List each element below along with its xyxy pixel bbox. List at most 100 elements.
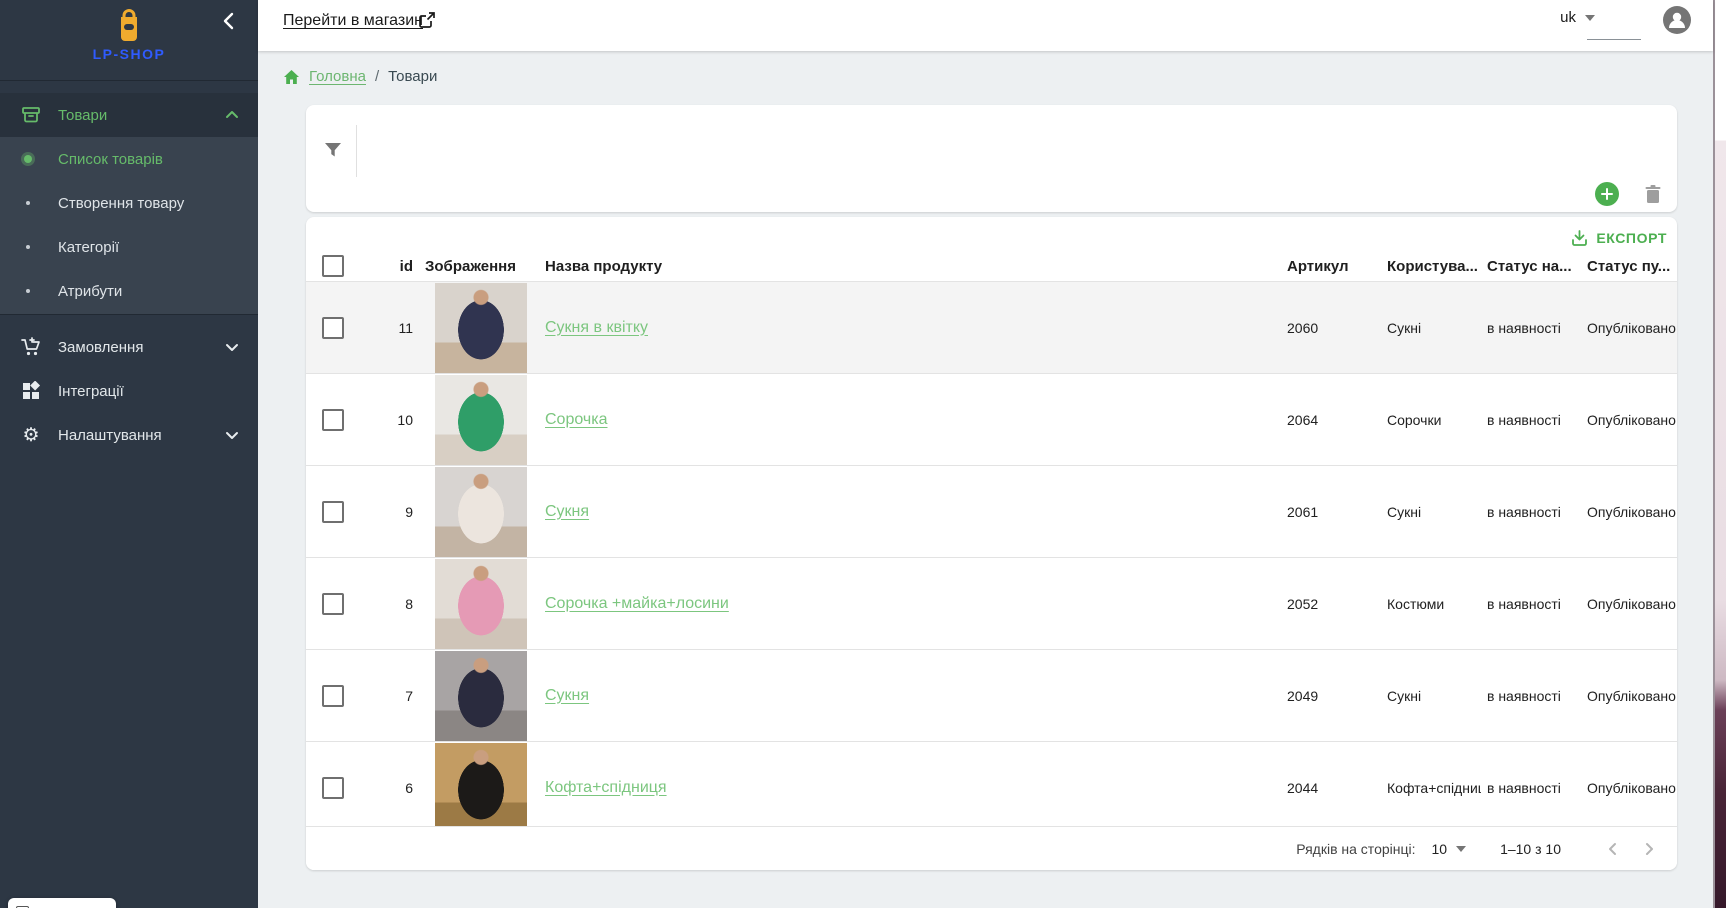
caret-down-icon: [1456, 846, 1466, 852]
rows-per-page-value: 10: [1432, 841, 1448, 857]
sidebar-item-create-product[interactable]: Створення товару: [0, 181, 258, 225]
sidebar-divider: [0, 314, 258, 315]
next-page-button[interactable]: [1635, 835, 1663, 863]
breadcrumb: Головна / Товари: [283, 68, 437, 85]
sidebar-item-categories[interactable]: Категорії: [0, 225, 258, 269]
row-name-cell: Кофта+спідниця: [539, 779, 1281, 797]
sidebar-collapse-button[interactable]: [218, 10, 240, 32]
column-header-4: Користува...: [1381, 258, 1481, 275]
row-sku: 2061: [1281, 504, 1381, 520]
row-stock-status: в наявності: [1481, 504, 1581, 520]
row-select-cell: [306, 685, 358, 707]
row-checkbox[interactable]: [322, 593, 344, 615]
row-sku: 2064: [1281, 412, 1381, 428]
row-publish-status: Опубліковано: [1581, 596, 1677, 612]
row-category: Сукні: [1381, 504, 1481, 520]
filter-funnel-button[interactable]: [320, 137, 346, 163]
chevron-up-icon: [224, 107, 240, 123]
sidebar-item-label: Категорії: [58, 239, 119, 256]
table-row: 8Сорочка +майка+лосини2052Костюмив наявн…: [306, 557, 1677, 649]
caret-down-icon: [1585, 15, 1595, 21]
row-image-cell: [419, 375, 539, 465]
product-name-link[interactable]: Сорочка +майка+лосини: [545, 595, 729, 612]
product-name-link[interactable]: Сукня в квітку: [545, 319, 648, 336]
cart-plus-icon: [20, 336, 42, 358]
select-all-checkbox[interactable]: [322, 255, 344, 277]
right-edge-window-sliver: [1713, 0, 1726, 908]
product-name-link[interactable]: Сорочка: [545, 411, 607, 428]
row-image-cell: [419, 651, 539, 741]
sidebar-item-label: Замовлення: [58, 339, 143, 356]
shop-bag-logo-icon: [109, 9, 149, 45]
row-category: Сукні: [1381, 688, 1481, 704]
bullet-icon: [26, 289, 30, 293]
row-select-cell: [306, 501, 358, 523]
bottom-left-popup[interactable]: [8, 898, 116, 908]
sidebar-item-integrations[interactable]: Інтеграції: [0, 369, 258, 413]
external-link-icon: [418, 11, 436, 29]
breadcrumb-home-link[interactable]: Головна: [309, 68, 366, 85]
widgets-icon: [20, 380, 42, 402]
product-name-link[interactable]: Кофта+спідниця: [545, 779, 667, 796]
sidebar-item-settings[interactable]: ⚙ Налаштування: [0, 413, 258, 457]
row-name-cell: Сукня: [539, 687, 1281, 705]
row-id: 10: [358, 412, 419, 428]
breadcrumb-current: Товари: [388, 68, 437, 85]
export-label: ЕКСПОРТ: [1596, 230, 1667, 246]
export-button[interactable]: ЕКСПОРТ: [1571, 225, 1667, 251]
previous-page-button[interactable]: [1599, 835, 1627, 863]
row-checkbox[interactable]: [322, 409, 344, 431]
row-publish-status: Опубліковано: [1581, 320, 1677, 336]
row-select-cell: [306, 777, 358, 799]
column-header-5: Статус на...: [1481, 258, 1581, 275]
row-image-cell: [419, 743, 539, 833]
pagination-range-label: 1–10 з 10: [1500, 841, 1561, 857]
product-name-link[interactable]: Сукня: [545, 687, 589, 704]
account-avatar-button[interactable]: [1663, 6, 1691, 34]
row-category: Кофта+спідниц: [1381, 780, 1481, 796]
sidebar-item-attributes[interactable]: Атрибути: [0, 269, 258, 313]
sidebar-item-label: Створення товару: [58, 195, 184, 212]
sidebar-item-product-list[interactable]: Список товарів: [0, 137, 258, 181]
rows-per-page-label: Рядків на сторінці:: [1296, 841, 1415, 857]
row-checkbox[interactable]: [322, 685, 344, 707]
row-image-cell: [419, 283, 539, 373]
sidebar-item-label: Товари: [58, 107, 107, 124]
column-header-3: Артикул: [1281, 258, 1381, 275]
language-select[interactable]: uk: [1560, 9, 1595, 26]
row-stock-status: в наявності: [1481, 412, 1581, 428]
add-product-button[interactable]: [1595, 182, 1619, 206]
row-name-cell: Сорочка +майка+лосини: [539, 595, 1281, 613]
row-image-cell: [419, 467, 539, 557]
row-id: 11: [358, 320, 419, 336]
go-to-store-link[interactable]: Перейти в магазин: [283, 12, 423, 30]
products-table-card: ЕКСПОРТ idЗображенняНазва продуктуАртику…: [306, 217, 1677, 870]
logo-text: LP-SHOP: [0, 46, 258, 62]
row-id: 6: [358, 780, 419, 796]
row-checkbox[interactable]: [322, 317, 344, 339]
row-checkbox[interactable]: [322, 501, 344, 523]
sidebar-item-products[interactable]: Товари: [0, 93, 258, 137]
chevron-right-icon: [1642, 842, 1656, 856]
row-category: Сукні: [1381, 320, 1481, 336]
product-name-link[interactable]: Сукня: [545, 503, 589, 520]
row-id: 8: [358, 596, 419, 612]
column-header-2: Назва продукту: [539, 258, 1281, 275]
row-name-cell: Сукня: [539, 503, 1281, 521]
product-photo: [435, 743, 527, 833]
column-header-1: Зображення: [419, 258, 539, 275]
filter-divider: [356, 125, 357, 177]
chevron-down-icon: [224, 427, 240, 443]
rows-per-page-select[interactable]: 10: [1432, 841, 1467, 857]
breadcrumb-separator: /: [375, 68, 379, 85]
delete-selected-button[interactable]: [1642, 182, 1664, 206]
bullet-icon: [24, 155, 32, 163]
row-select-cell: [306, 593, 358, 615]
product-photo: [435, 559, 527, 649]
sidebar-item-orders[interactable]: Замовлення: [0, 325, 258, 369]
column-header-0: id: [358, 258, 419, 275]
sidebar-item-label: Налаштування: [58, 427, 162, 444]
filter-card: [306, 105, 1677, 212]
row-checkbox[interactable]: [322, 777, 344, 799]
row-category: Костюми: [1381, 596, 1481, 612]
